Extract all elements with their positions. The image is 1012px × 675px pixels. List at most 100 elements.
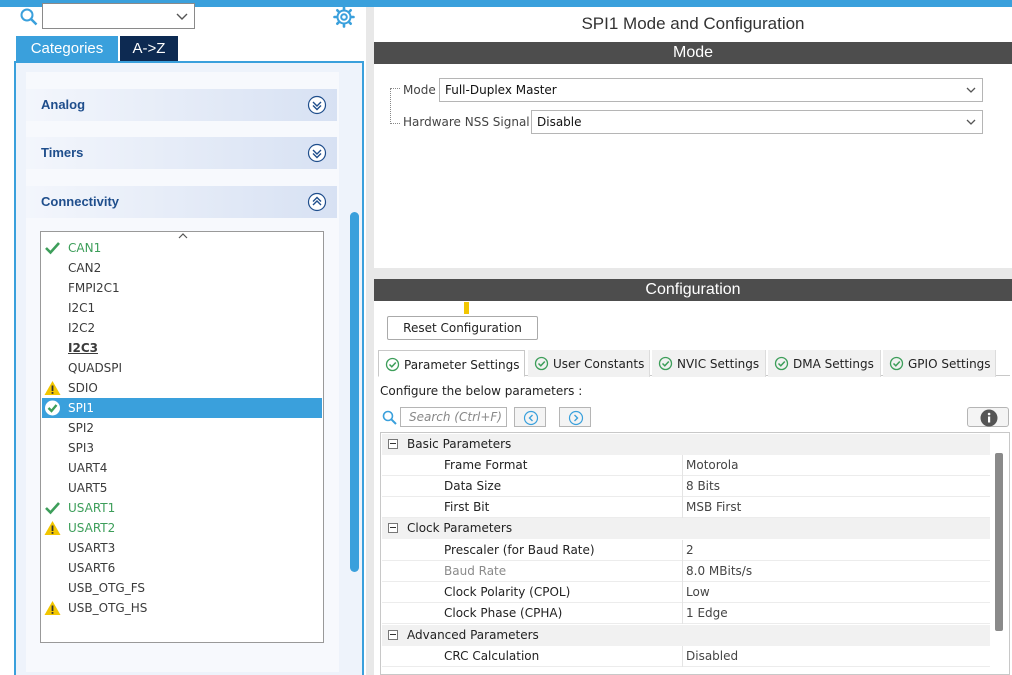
section-divider[interactable] <box>374 268 1012 279</box>
param-name: Clock Phase (CPHA) <box>444 606 563 620</box>
collapse-icon[interactable] <box>307 192 327 212</box>
info-button[interactable] <box>967 407 1009 427</box>
search-next-button[interactable] <box>559 407 591 427</box>
panel-divider[interactable] <box>366 7 374 675</box>
peripheral-label: FMPI2C1 <box>68 281 120 295</box>
chevron-down-icon[interactable] <box>964 115 978 129</box>
param-value[interactable]: MSB First <box>686 497 741 518</box>
parameter-search-input[interactable]: Search (Ctrl+F) <box>400 407 507 427</box>
param-value[interactable]: 1 Edge <box>686 603 728 624</box>
peripheral-item-can1[interactable]: CAN1 <box>42 238 322 258</box>
gear-icon[interactable] <box>333 6 355 28</box>
expand-icon[interactable] <box>307 143 327 163</box>
tab-user-constants[interactable]: User Constants <box>528 350 650 377</box>
peripheral-item-uart4[interactable]: UART4 <box>42 458 322 478</box>
group-connectivity[interactable]: Connectivity <box>26 186 337 218</box>
search-icon[interactable] <box>20 8 38 26</box>
peripheral-item-usart6[interactable]: USART6 <box>42 558 322 578</box>
sidebar-scrollbar[interactable] <box>350 212 359 572</box>
peripheral-item-usart2[interactable]: USART2 <box>42 518 322 538</box>
check-circle-icon <box>385 357 400 372</box>
peripheral-item-usb-otg-hs[interactable]: USB_OTG_HS <box>42 598 322 618</box>
peripheral-item-sdio[interactable]: SDIO <box>42 378 322 398</box>
peripheral-item-uart5[interactable]: UART5 <box>42 478 322 498</box>
param-row-first-bit[interactable]: First Bit MSB First <box>382 497 990 518</box>
param-row-cpol[interactable]: Clock Polarity (CPOL) Low <box>382 582 990 603</box>
param-name: Clock Polarity (CPOL) <box>444 585 571 599</box>
param-row-prescaler[interactable]: Prescaler (for Baud Rate) 2 <box>382 540 990 561</box>
param-value[interactable]: Motorola <box>686 455 738 476</box>
group-timers[interactable]: Timers <box>26 137 337 169</box>
param-value[interactable]: Disabled <box>686 646 738 667</box>
warning-icon <box>44 521 61 535</box>
tab-gpio-settings[interactable]: GPIO Settings <box>883 350 996 377</box>
peripheral-label: SPI3 <box>68 441 95 455</box>
param-name: Prescaler (for Baud Rate) <box>444 543 595 557</box>
param-value[interactable]: Low <box>686 582 710 603</box>
search-combobox[interactable] <box>42 3 195 29</box>
peripheral-label: USART6 <box>68 561 116 575</box>
peripheral-item-spi2[interactable]: SPI2 <box>42 418 322 438</box>
group-analog[interactable]: Analog <box>26 89 337 121</box>
tab-dma-settings[interactable]: DMA Settings <box>768 350 881 377</box>
column-divider <box>682 476 683 497</box>
search-previous-button[interactable] <box>514 407 546 427</box>
peripheral-item-spi1[interactable]: SPI1 <box>42 398 322 418</box>
check-circle-icon <box>889 356 904 371</box>
peripheral-label: I2C1 <box>68 301 96 315</box>
group-label: Basic Parameters <box>407 437 512 451</box>
peripheral-label: USB_OTG_HS <box>68 601 148 615</box>
tab-categories[interactable]: Categories <box>16 36 118 61</box>
reset-configuration-button[interactable]: Reset Configuration <box>387 316 538 340</box>
mode-select[interactable]: Full-Duplex Master <box>439 78 983 102</box>
search-icon[interactable] <box>382 410 397 425</box>
peripheral-item-usart1[interactable]: USART1 <box>42 498 322 518</box>
tree-line <box>390 88 400 89</box>
peripheral-item-i2c3[interactable]: I2C3 <box>42 338 322 358</box>
peripheral-item-usb-otg-fs[interactable]: USB_OTG_FS <box>42 578 322 598</box>
peripheral-label: I2C3 <box>68 341 98 355</box>
chevron-down-icon[interactable] <box>174 7 190 25</box>
collapse-icon[interactable] <box>388 439 398 449</box>
peripheral-item-quadspi[interactable]: QUADSPI <box>42 358 322 378</box>
peripheral-label: USART2 <box>68 521 116 535</box>
warning-marker <box>464 302 469 314</box>
table-scrollbar[interactable] <box>995 453 1003 631</box>
page-title: SPI1 Mode and Configuration <box>581 14 805 33</box>
tab-label: NVIC Settings <box>677 357 760 371</box>
group-label: Advanced Parameters <box>407 628 539 642</box>
parameter-table: Basic Parameters Frame Format Motorola D… <box>380 432 1010 675</box>
expand-icon[interactable] <box>307 95 327 115</box>
peripheral-item-can2[interactable]: CAN2 <box>42 258 322 278</box>
param-name: Data Size <box>444 479 502 493</box>
param-row-crc-calculation[interactable]: CRC Calculation Disabled <box>382 646 990 667</box>
peripheral-item-spi3[interactable]: SPI3 <box>42 438 322 458</box>
collapse-icon[interactable] <box>388 523 398 533</box>
peripheral-label: USART3 <box>68 541 116 555</box>
group-clock-parameters[interactable]: Clock Parameters <box>382 518 990 539</box>
group-advanced-parameters[interactable]: Advanced Parameters <box>382 625 990 646</box>
collapse-icon[interactable] <box>388 630 398 640</box>
tab-parameter-settings[interactable]: Parameter Settings <box>378 350 525 377</box>
tab-nvic-settings[interactable]: NVIC Settings <box>652 350 766 377</box>
nss-select[interactable]: Disable <box>531 110 983 134</box>
param-value[interactable]: 8 Bits <box>686 476 720 497</box>
peripheral-item-i2c1[interactable]: I2C1 <box>42 298 322 318</box>
mode-value: Full-Duplex Master <box>445 83 557 97</box>
tab-label: GPIO Settings <box>908 357 991 371</box>
peripheral-item-usart3[interactable]: USART3 <box>42 538 322 558</box>
peripheral-item-i2c2[interactable]: I2C2 <box>42 318 322 338</box>
tab-a-z[interactable]: A->Z <box>120 36 178 61</box>
warning-icon <box>44 601 61 615</box>
param-row-cpha[interactable]: Clock Phase (CPHA) 1 Edge <box>382 603 990 624</box>
check-icon <box>45 242 60 255</box>
group-basic-parameters[interactable]: Basic Parameters <box>382 434 990 455</box>
column-divider <box>682 497 683 518</box>
param-row-data-size[interactable]: Data Size 8 Bits <box>382 476 990 497</box>
param-row-frame-format[interactable]: Frame Format Motorola <box>382 455 990 476</box>
param-value[interactable]: 2 <box>686 540 694 561</box>
peripheral-item-fmpi2c1[interactable]: FMPI2C1 <box>42 278 322 298</box>
chevron-down-icon[interactable] <box>964 83 978 97</box>
param-name: Frame Format <box>444 458 528 472</box>
column-divider <box>682 455 683 476</box>
